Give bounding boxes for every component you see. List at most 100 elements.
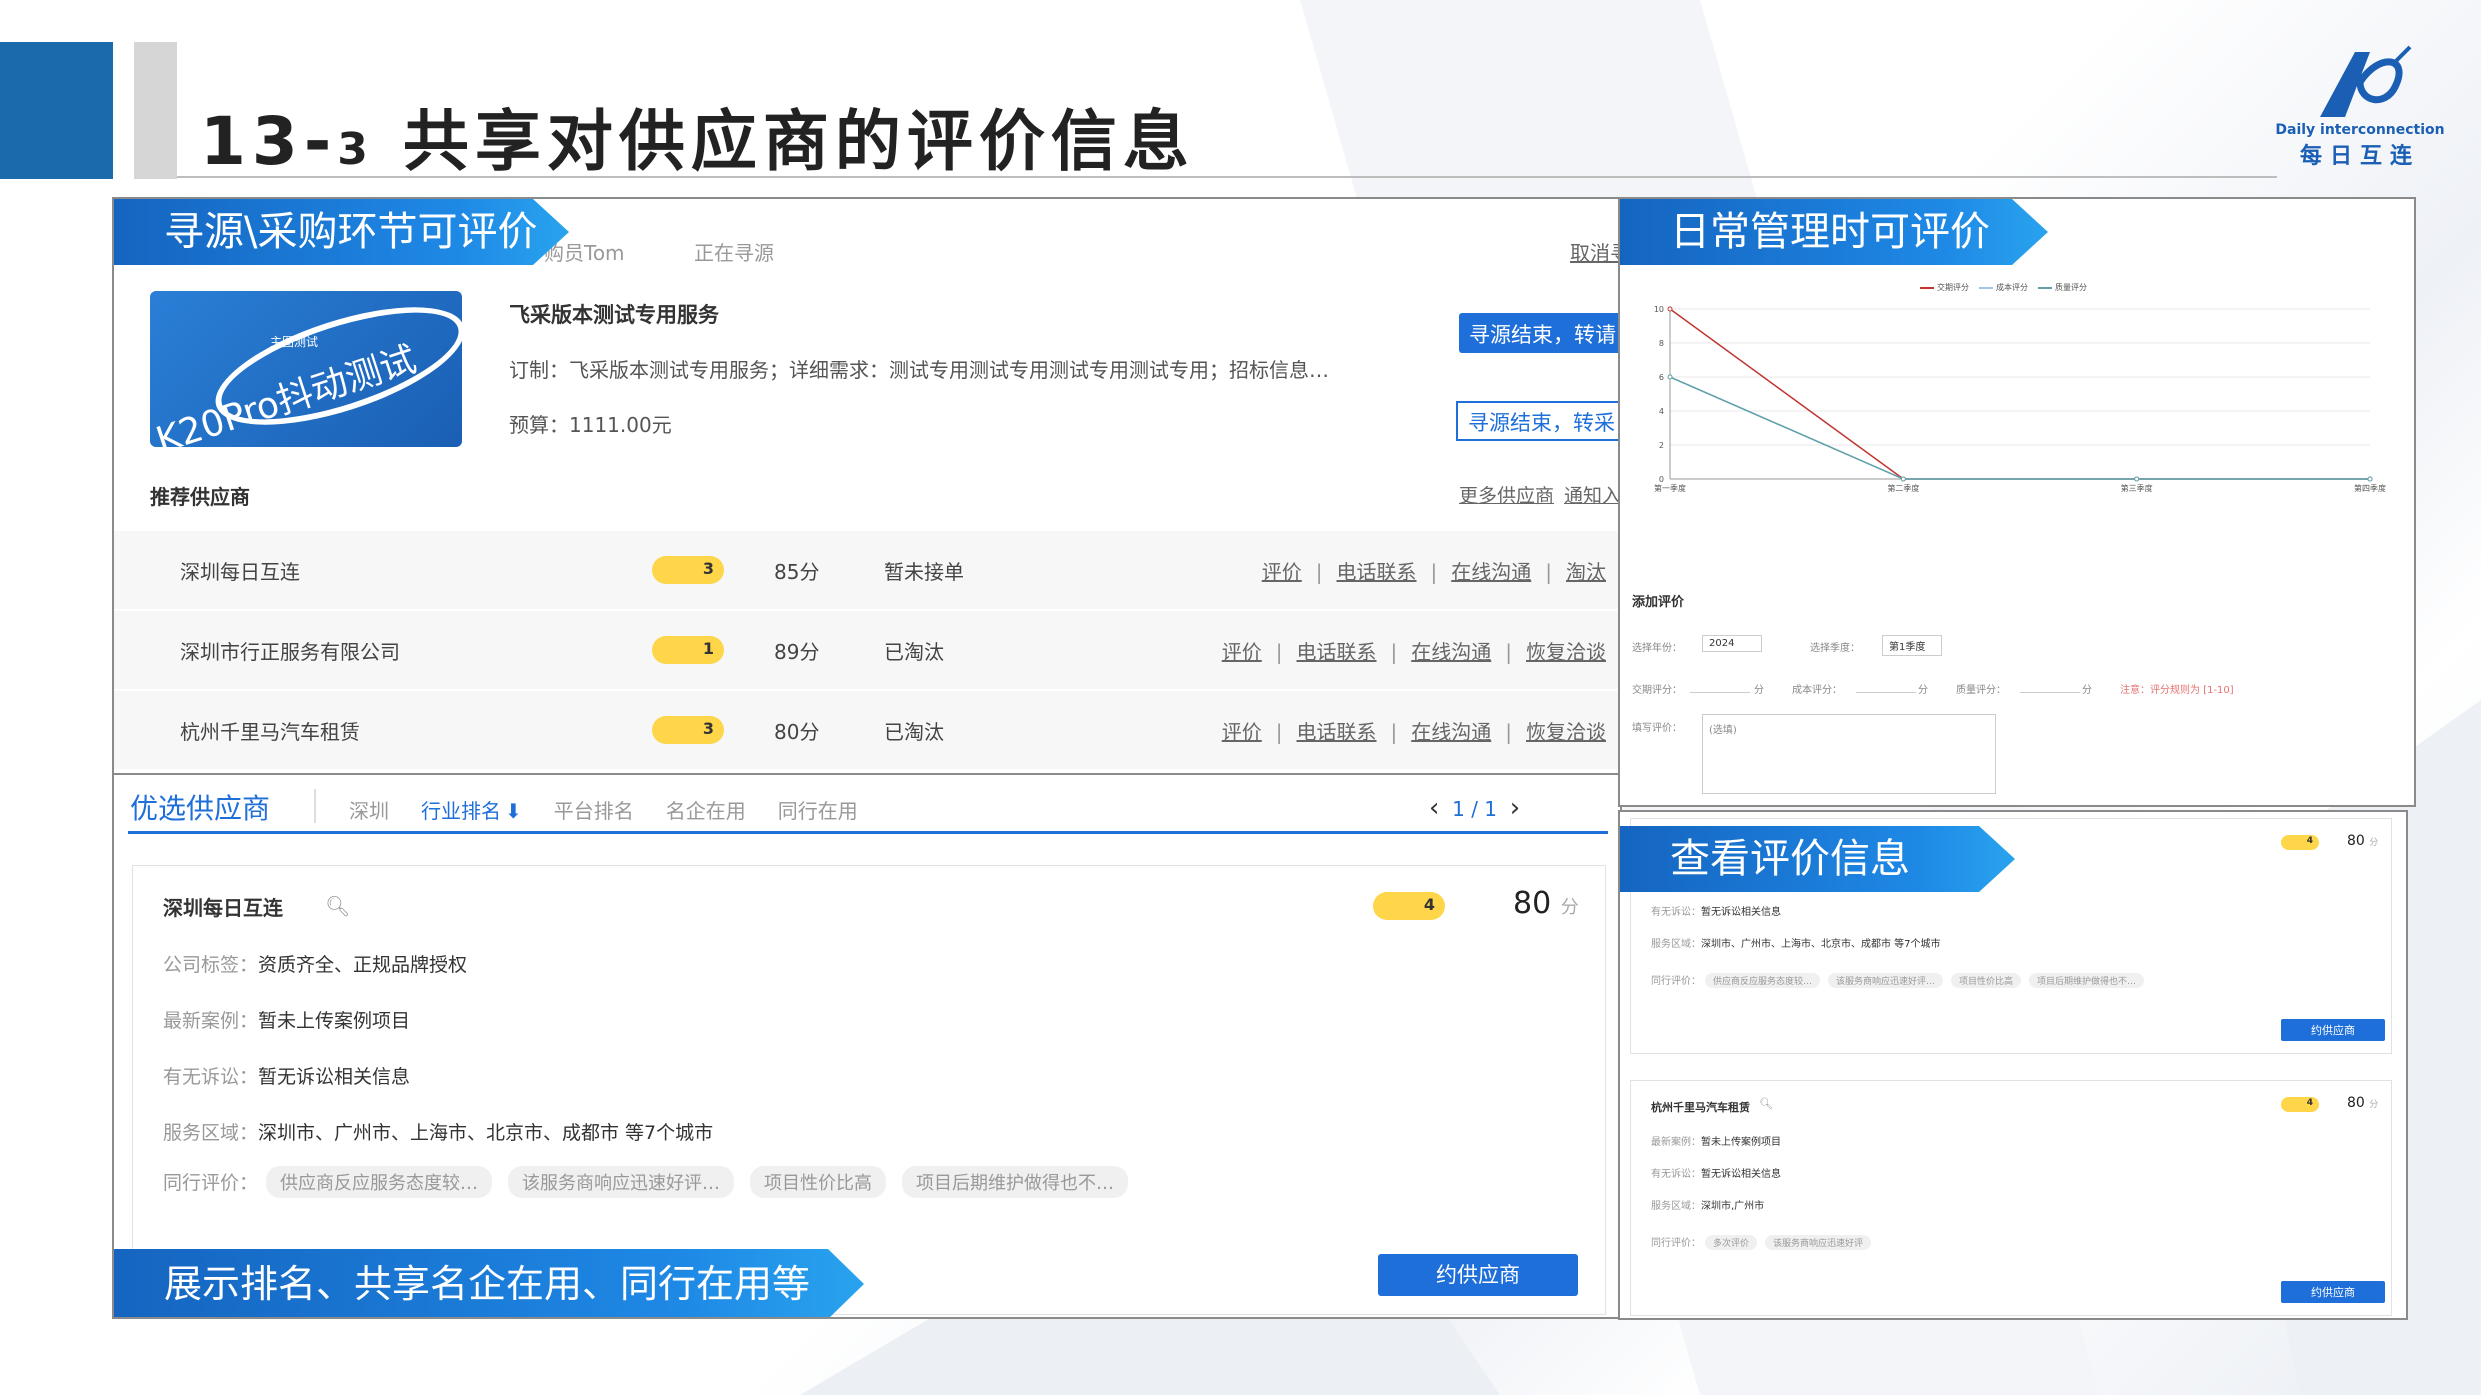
filter-tabs: 深圳 行业排名 ⬇ 平台排名 名企在用 同行在用 bbox=[349, 795, 890, 824]
product-desc: 订制：飞采版本测试专用服务；详细需求：测试专用测试专用测试专用测试专用；招标信息… bbox=[509, 358, 1329, 382]
info-row: 最新案例：暂未上传案例项目 bbox=[163, 1006, 410, 1033]
supplier-action-link[interactable]: 淘汰 bbox=[1566, 560, 1606, 584]
search-icon[interactable]: 🔍︎ bbox=[1759, 1097, 1773, 1110]
contact-supplier-button[interactable]: 约供应商 bbox=[2281, 1281, 2385, 1303]
supplier-action-link[interactable]: 恢复洽谈 bbox=[1526, 640, 1606, 664]
level-badge: 4 bbox=[2281, 1097, 2319, 1112]
legend-marker bbox=[1979, 286, 1993, 289]
supplier-action-link[interactable]: 在线沟通 bbox=[1411, 640, 1491, 664]
prev-page-icon[interactable]: ‹ bbox=[1429, 793, 1439, 823]
next-page-icon[interactable]: › bbox=[1510, 793, 1520, 823]
delivery-unit: 分 bbox=[1754, 685, 1764, 696]
more-suppliers-link[interactable]: 更多供应商 bbox=[1459, 481, 1554, 508]
x-tick-label: 第一季度 bbox=[1654, 483, 1686, 493]
view-review-banner: 查看评价信息 bbox=[1620, 826, 2015, 892]
peer-review-tag: 该服务商响应迅速好评… bbox=[508, 1166, 735, 1198]
supplier-name[interactable]: 深圳市行正服务有限公司 bbox=[180, 636, 400, 665]
info-row: 有无诉讼：暂无诉讼相关信息 bbox=[1651, 1169, 1781, 1180]
delivery-score-input[interactable] bbox=[1690, 679, 1750, 693]
supplier-name[interactable]: 杭州千里马汽车租赁 bbox=[180, 716, 360, 745]
peer-review-tag: 该服务商响应迅速好评… bbox=[1828, 973, 1944, 988]
y-tick-label: 2 bbox=[1659, 441, 1664, 450]
y-tick-label: 8 bbox=[1659, 339, 1664, 348]
supplier-action-link[interactable]: 评价 bbox=[1222, 640, 1262, 664]
peer-review-tag: 项目性价比高 bbox=[1951, 973, 2022, 988]
comment-textarea[interactable]: (选填) bbox=[1702, 714, 1996, 794]
peer-review-tag: 项目性价比高 bbox=[750, 1166, 887, 1198]
filter-tab[interactable]: 同行在用 bbox=[778, 799, 858, 823]
legend-item[interactable]: 成本评分 bbox=[1979, 283, 2028, 292]
supplier-action-link[interactable]: 在线沟通 bbox=[1411, 720, 1491, 744]
header-divider bbox=[177, 176, 2277, 178]
action-separator: | bbox=[1390, 639, 1398, 664]
peer-review-tag: 供应商反应服务态度较… bbox=[1705, 973, 1821, 988]
series-line bbox=[1669, 376, 2370, 480]
filter-tab[interactable]: 深圳 bbox=[349, 799, 389, 823]
action-separator: | bbox=[1390, 719, 1398, 744]
info-row: 最新案例：暂未上传案例项目 bbox=[1651, 1137, 1781, 1148]
peer-review-tag: 多次评价 bbox=[1705, 1235, 1758, 1250]
supplier-action-link[interactable]: 在线沟通 bbox=[1451, 560, 1531, 584]
card-supplier-name[interactable]: 深圳每日互连 bbox=[163, 892, 283, 921]
supplier-score: 85分 bbox=[774, 559, 820, 584]
supplier-score: 80分 bbox=[774, 719, 820, 744]
preferred-title: 优选供应商 bbox=[130, 792, 271, 825]
filter-tab[interactable]: 平台排名 bbox=[554, 799, 634, 823]
legend-item[interactable]: 交期评分 bbox=[1920, 283, 1969, 292]
quarter-select[interactable]: 第1季度 bbox=[1882, 635, 1942, 656]
search-icon[interactable]: 🔍︎ bbox=[325, 894, 350, 918]
product-image: 主图测试 K20Pro抖动测试 bbox=[150, 291, 462, 447]
peer-review-row: 同行评价： 供应商反应服务态度较… 该服务商响应迅速好评… 项目性价比高 项目后期维护做… bbox=[163, 1166, 1144, 1198]
action-separator: | bbox=[1505, 719, 1512, 744]
product-budget: 预算：1111.00元 bbox=[509, 413, 672, 437]
add-review-title: 添加评价 bbox=[1632, 595, 1685, 610]
contact-supplier-button[interactable]: 约供应商 bbox=[2281, 1019, 2385, 1041]
contact-supplier-button[interactable]: 约供应商 bbox=[1378, 1254, 1578, 1296]
notify-link[interactable]: 通知入 bbox=[1564, 481, 1620, 508]
series-line bbox=[1669, 376, 2370, 480]
year-select[interactable]: 2024 bbox=[1702, 635, 1762, 652]
cost-unit: 分 bbox=[1918, 685, 1928, 696]
action-separator: | bbox=[1430, 559, 1438, 584]
supplier-action-link[interactable]: 评价 bbox=[1222, 720, 1262, 744]
supplier-action-link[interactable]: 电话联系 bbox=[1337, 560, 1417, 584]
supplier-row: 杭州千里马汽车租赁 3 80分 已淘汰 评价 | 电话联系 | 在线沟通 | 恢复洽谈 bbox=[114, 691, 1620, 769]
recommend-title: 推荐供应商 bbox=[150, 485, 250, 509]
info-row: 公司标签：资质齐全、正规品牌授权 bbox=[163, 950, 467, 977]
y-tick-label: 4 bbox=[1659, 407, 1664, 416]
supplier-card: 深圳每日互连 🔍︎ 4 80 分 公司标签：资质齐全、正规品牌授权 最新案例：暂未… bbox=[132, 865, 1606, 1315]
supplier-action-link[interactable]: 恢复洽谈 bbox=[1526, 720, 1606, 744]
end-sourcing-purchase-button[interactable]: 寻源结束，转采 bbox=[1456, 401, 1620, 441]
supplier-actions: 评价 | 电话联系 | 在线沟通 | 恢复洽谈 bbox=[1222, 636, 1606, 665]
end-sourcing-transfer-button[interactable]: 寻源结束，转请 bbox=[1459, 313, 1620, 353]
filter-tab[interactable]: 行业排名 ⬇ bbox=[421, 799, 522, 823]
supplier-actions: 评价 | 电话联系 | 在线沟通 | 淘汰 bbox=[1262, 556, 1606, 585]
peer-review-tag: 该服务商响应迅速好评 bbox=[1765, 1235, 1872, 1250]
peer-review-tag: 供应商反应服务态度较… bbox=[266, 1166, 493, 1198]
level-badge: 3 bbox=[652, 716, 724, 744]
y-tick-label: 10 bbox=[1654, 305, 1664, 314]
sourcing-panel: 购员Tom 正在寻源 取消寻 主图测试 K20Pro抖动测试 飞采版本测试专用服… bbox=[112, 197, 1622, 775]
level-badge: 4 bbox=[2281, 835, 2319, 850]
supplier-action-link[interactable]: 评价 bbox=[1262, 560, 1302, 584]
filter-tab[interactable]: 名企在用 bbox=[666, 799, 746, 823]
quality-score-input[interactable] bbox=[2020, 679, 2080, 693]
info-label: 最新案例： bbox=[163, 1010, 259, 1032]
cost-score-input[interactable] bbox=[1856, 679, 1916, 693]
slide: 13-3 共享对供应商的评价信息 Daily interconnection 每… bbox=[0, 0, 2481, 1395]
supplier-action-link[interactable]: 电话联系 bbox=[1297, 720, 1377, 744]
supplier-status: 已淘汰 bbox=[884, 719, 944, 744]
supplier-action-link[interactable]: 电话联系 bbox=[1297, 640, 1377, 664]
logo-name: 每日互连 bbox=[2299, 144, 2420, 169]
peer-review-tag: 项目后期维护做得也不… bbox=[902, 1166, 1129, 1198]
supplier-name[interactable]: 深圳每日互连 bbox=[180, 556, 300, 585]
info-row: 服务区域：深圳市、广州市、上海市、北京市、成都市 等7个城市 bbox=[163, 1118, 713, 1145]
legend-item[interactable]: 质量评分 bbox=[2038, 283, 2087, 292]
info-row: 服务区域：深圳市、广州市、上海市、北京市、成都市 等7个城市 bbox=[1651, 939, 1941, 950]
review-supplier-name[interactable]: 杭州千里马汽车租赁 bbox=[1651, 1099, 1750, 1115]
series-line bbox=[1669, 308, 2370, 480]
cost-score-label: 成本评分： bbox=[1792, 685, 1842, 696]
cancel-sourcing-link[interactable]: 取消寻 bbox=[1570, 237, 1620, 266]
quarter-label: 选择季度： bbox=[1810, 643, 1860, 654]
data-point bbox=[1900, 476, 1906, 482]
